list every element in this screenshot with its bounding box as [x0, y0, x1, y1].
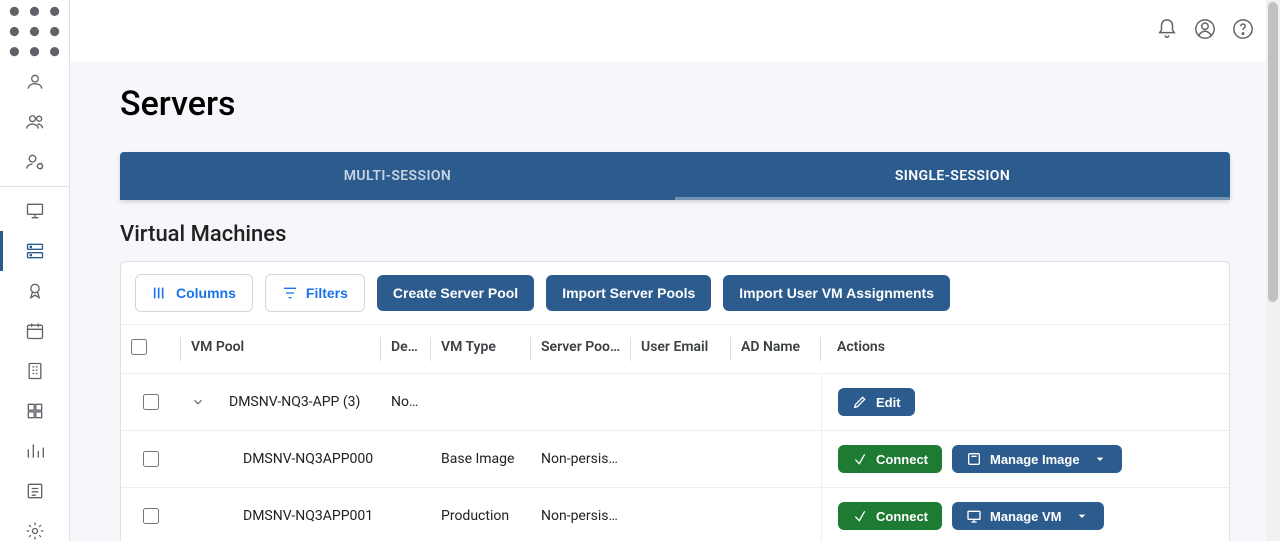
- col-vm-type[interactable]: VM Type: [431, 324, 531, 374]
- cell-server-pool: Non-persis…: [531, 488, 631, 541]
- section-title: Virtual Machines: [120, 222, 1230, 247]
- col-ad-name[interactable]: AD Name: [731, 324, 821, 374]
- sidebar-item-monitor[interactable]: [0, 191, 69, 231]
- sidebar-item-analytics[interactable]: [0, 431, 69, 471]
- cell-description: No…: [381, 374, 431, 431]
- row-checkbox[interactable]: [143, 394, 159, 410]
- sidebar: [0, 0, 70, 541]
- sidebar-item-user[interactable]: [0, 62, 69, 102]
- cell-vm-type: Production: [431, 488, 531, 541]
- row-checkbox[interactable]: [143, 508, 159, 524]
- sidebar-item-settings[interactable]: [0, 511, 69, 551]
- col-vm-pool[interactable]: VM Pool: [181, 324, 381, 374]
- vertical-scrollbar[interactable]: [1266, 0, 1280, 541]
- manage-vm-label: Manage VM: [990, 509, 1062, 524]
- sidebar-item-calendar[interactable]: [0, 311, 69, 351]
- connect-button[interactable]: Connect: [838, 445, 942, 473]
- import-user-vm-assignments-button[interactable]: Import User VM Assignments: [723, 275, 950, 311]
- sidebar-item-users[interactable]: [0, 102, 69, 142]
- sidebar-item-list[interactable]: [0, 471, 69, 511]
- scrollbar-thumb[interactable]: [1268, 2, 1278, 302]
- sidebar-item-building[interactable]: [0, 351, 69, 391]
- manage-vm-button[interactable]: Manage VM: [952, 502, 1104, 530]
- chevron-down-icon: [1092, 451, 1108, 467]
- columns-button[interactable]: Columns: [135, 274, 253, 312]
- expand-toggle[interactable]: [191, 395, 205, 409]
- filters-button[interactable]: Filters: [265, 274, 365, 312]
- vm-table: Columns Filters Create Server Pool Impor…: [120, 261, 1230, 541]
- select-all-checkbox[interactable]: [131, 339, 147, 355]
- topbar: [70, 0, 1280, 62]
- cell-server-pool: Non-persis…: [531, 431, 631, 488]
- chevron-down-icon: [1074, 508, 1090, 524]
- account-icon[interactable]: [1194, 18, 1216, 44]
- vm-pool-name: DMSNV-NQ3APP001: [181, 488, 381, 541]
- row-checkbox[interactable]: [143, 451, 159, 467]
- col-user-email[interactable]: User Email: [631, 324, 731, 374]
- filters-label: Filters: [306, 285, 348, 301]
- import-server-pools-button[interactable]: Import Server Pools: [546, 275, 711, 311]
- cell-vm-type: Base Image: [431, 431, 531, 488]
- tab-multi-session[interactable]: MULTI-SESSION: [120, 152, 675, 200]
- header-checkbox-cell: [121, 324, 181, 374]
- col-server-pool[interactable]: Server Pool …: [531, 324, 631, 374]
- connect-button[interactable]: Connect: [838, 502, 942, 530]
- tab-single-session[interactable]: SINGLE-SESSION: [675, 152, 1230, 200]
- sidebar-item-servers[interactable]: [0, 231, 69, 271]
- help-icon[interactable]: [1232, 18, 1254, 44]
- vm-pool-name: DMSNV-NQ3APP000: [181, 431, 381, 488]
- columns-label: Columns: [176, 285, 236, 301]
- connect-label: Connect: [876, 509, 928, 524]
- create-server-pool-button[interactable]: Create Server Pool: [377, 275, 534, 311]
- bell-icon[interactable]: [1156, 18, 1178, 44]
- col-description[interactable]: Des…: [381, 324, 431, 374]
- tabs: MULTI-SESSION SINGLE-SESSION: [120, 152, 1230, 200]
- vm-pool-name: DMSNV-NQ3-APP (3): [229, 394, 360, 410]
- sidebar-item-grid4[interactable]: [0, 391, 69, 431]
- connect-label: Connect: [876, 452, 928, 467]
- page-title: Servers: [120, 84, 1230, 124]
- apps-grid-icon[interactable]: [0, 0, 69, 62]
- manage-image-button[interactable]: Manage Image: [952, 445, 1122, 473]
- col-actions: Actions: [821, 324, 1229, 374]
- sidebar-item-award[interactable]: [0, 271, 69, 311]
- edit-button[interactable]: Edit: [838, 388, 915, 416]
- sidebar-item-user-settings[interactable]: [0, 142, 69, 182]
- manage-image-label: Manage Image: [990, 452, 1080, 467]
- edit-label: Edit: [876, 395, 901, 410]
